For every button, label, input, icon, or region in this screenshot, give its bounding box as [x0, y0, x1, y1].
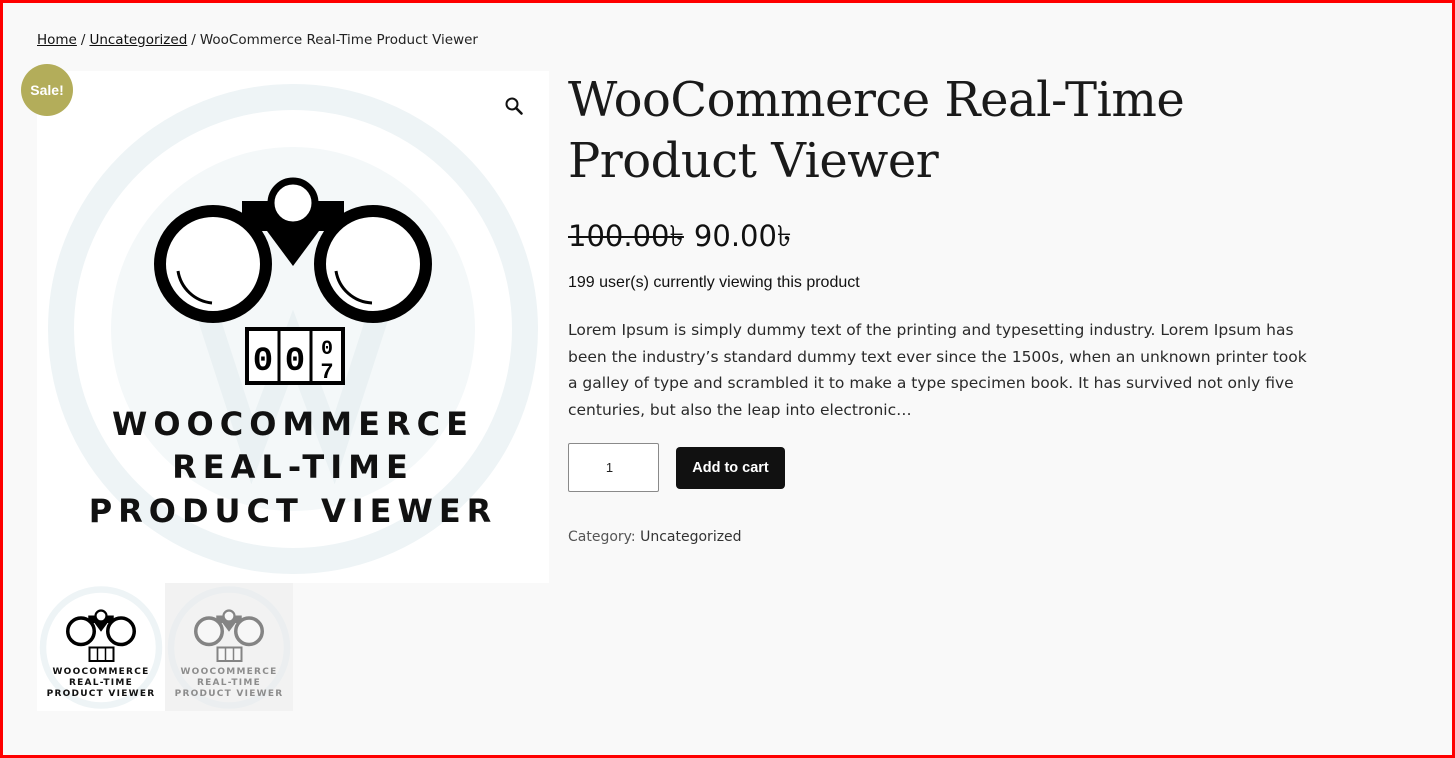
logo-text-line3: PRODUCT VIEWER	[89, 492, 498, 530]
category-link[interactable]: Uncategorized	[640, 529, 741, 545]
counter-digit: 0	[321, 338, 333, 361]
breadcrumb: Home / Uncategorized / WooCommerce Real-Time…	[37, 32, 478, 48]
logo-text-line1: WOOCOMMERCE	[112, 405, 474, 443]
category-label: Category:	[568, 529, 636, 545]
thumbnail-image: WOOCOMMERCE REAL-TIME PRODUCT VIEWER	[39, 586, 163, 709]
breadcrumb-current: WooCommerce Real-Time Product Viewer	[199, 32, 478, 48]
product-summary: WooCommerce Real-Time Product Viewer 100…	[568, 70, 1328, 545]
regular-price: 100.00৳	[568, 219, 684, 253]
breadcrumb-category-link[interactable]: Uncategorized	[89, 32, 187, 48]
product-price: 100.00৳ 90.00৳	[568, 214, 791, 263]
live-viewers-count: 199 user(s) currently viewing this produ…	[568, 274, 860, 291]
breadcrumb-separator: /	[191, 32, 196, 48]
sale-price: 90.00৳	[693, 219, 792, 253]
thumbnail-image: WOOCOMMERCE REAL-TIME PRODUCT VIEWER	[167, 586, 291, 709]
magnifier-icon[interactable]	[501, 93, 527, 119]
svg-text:REAL-TIME: REAL-TIME	[69, 678, 133, 688]
quantity-input[interactable]	[568, 443, 659, 492]
product-title: WooCommerce Real-Time Product Viewer	[568, 72, 1185, 189]
sale-badge: Sale!	[21, 64, 73, 116]
product-logo-image: 0 0 0 7 WOOCOMMERCE REAL-TIME PRODUCT VI…	[48, 84, 538, 574]
thumbnail-2[interactable]: WOOCOMMERCE REAL-TIME PRODUCT VIEWER	[165, 583, 293, 711]
svg-text:WOOCOMMERCE: WOOCOMMERCE	[53, 667, 150, 677]
logo-text-line2: REAL-TIME	[172, 448, 414, 486]
counter-digit: 7	[320, 360, 333, 385]
counter-digit: 0	[285, 343, 305, 381]
svg-text:REAL-TIME: REAL-TIME	[197, 678, 261, 688]
breadcrumb-home-link[interactable]: Home	[37, 32, 77, 48]
svg-text:PRODUCT VIEWER: PRODUCT VIEWER	[47, 689, 156, 699]
product-meta: Category: Uncategorized	[568, 529, 742, 545]
svg-text:PRODUCT VIEWER: PRODUCT VIEWER	[175, 689, 284, 699]
svg-text:WOOCOMMERCE: WOOCOMMERCE	[181, 667, 278, 677]
thumbnail-1[interactable]: WOOCOMMERCE REAL-TIME PRODUCT VIEWER	[37, 583, 165, 711]
product-short-description: Lorem Ipsum is simply dummy text of the …	[568, 321, 1307, 419]
counter-digit: 0	[253, 343, 273, 381]
breadcrumb-separator: /	[80, 32, 86, 48]
add-to-cart-button[interactable]: Add to cart	[676, 447, 785, 489]
product-main-image[interactable]: 0 0 0 7 WOOCOMMERCE REAL-TIME PRODUCT VI…	[37, 71, 549, 583]
